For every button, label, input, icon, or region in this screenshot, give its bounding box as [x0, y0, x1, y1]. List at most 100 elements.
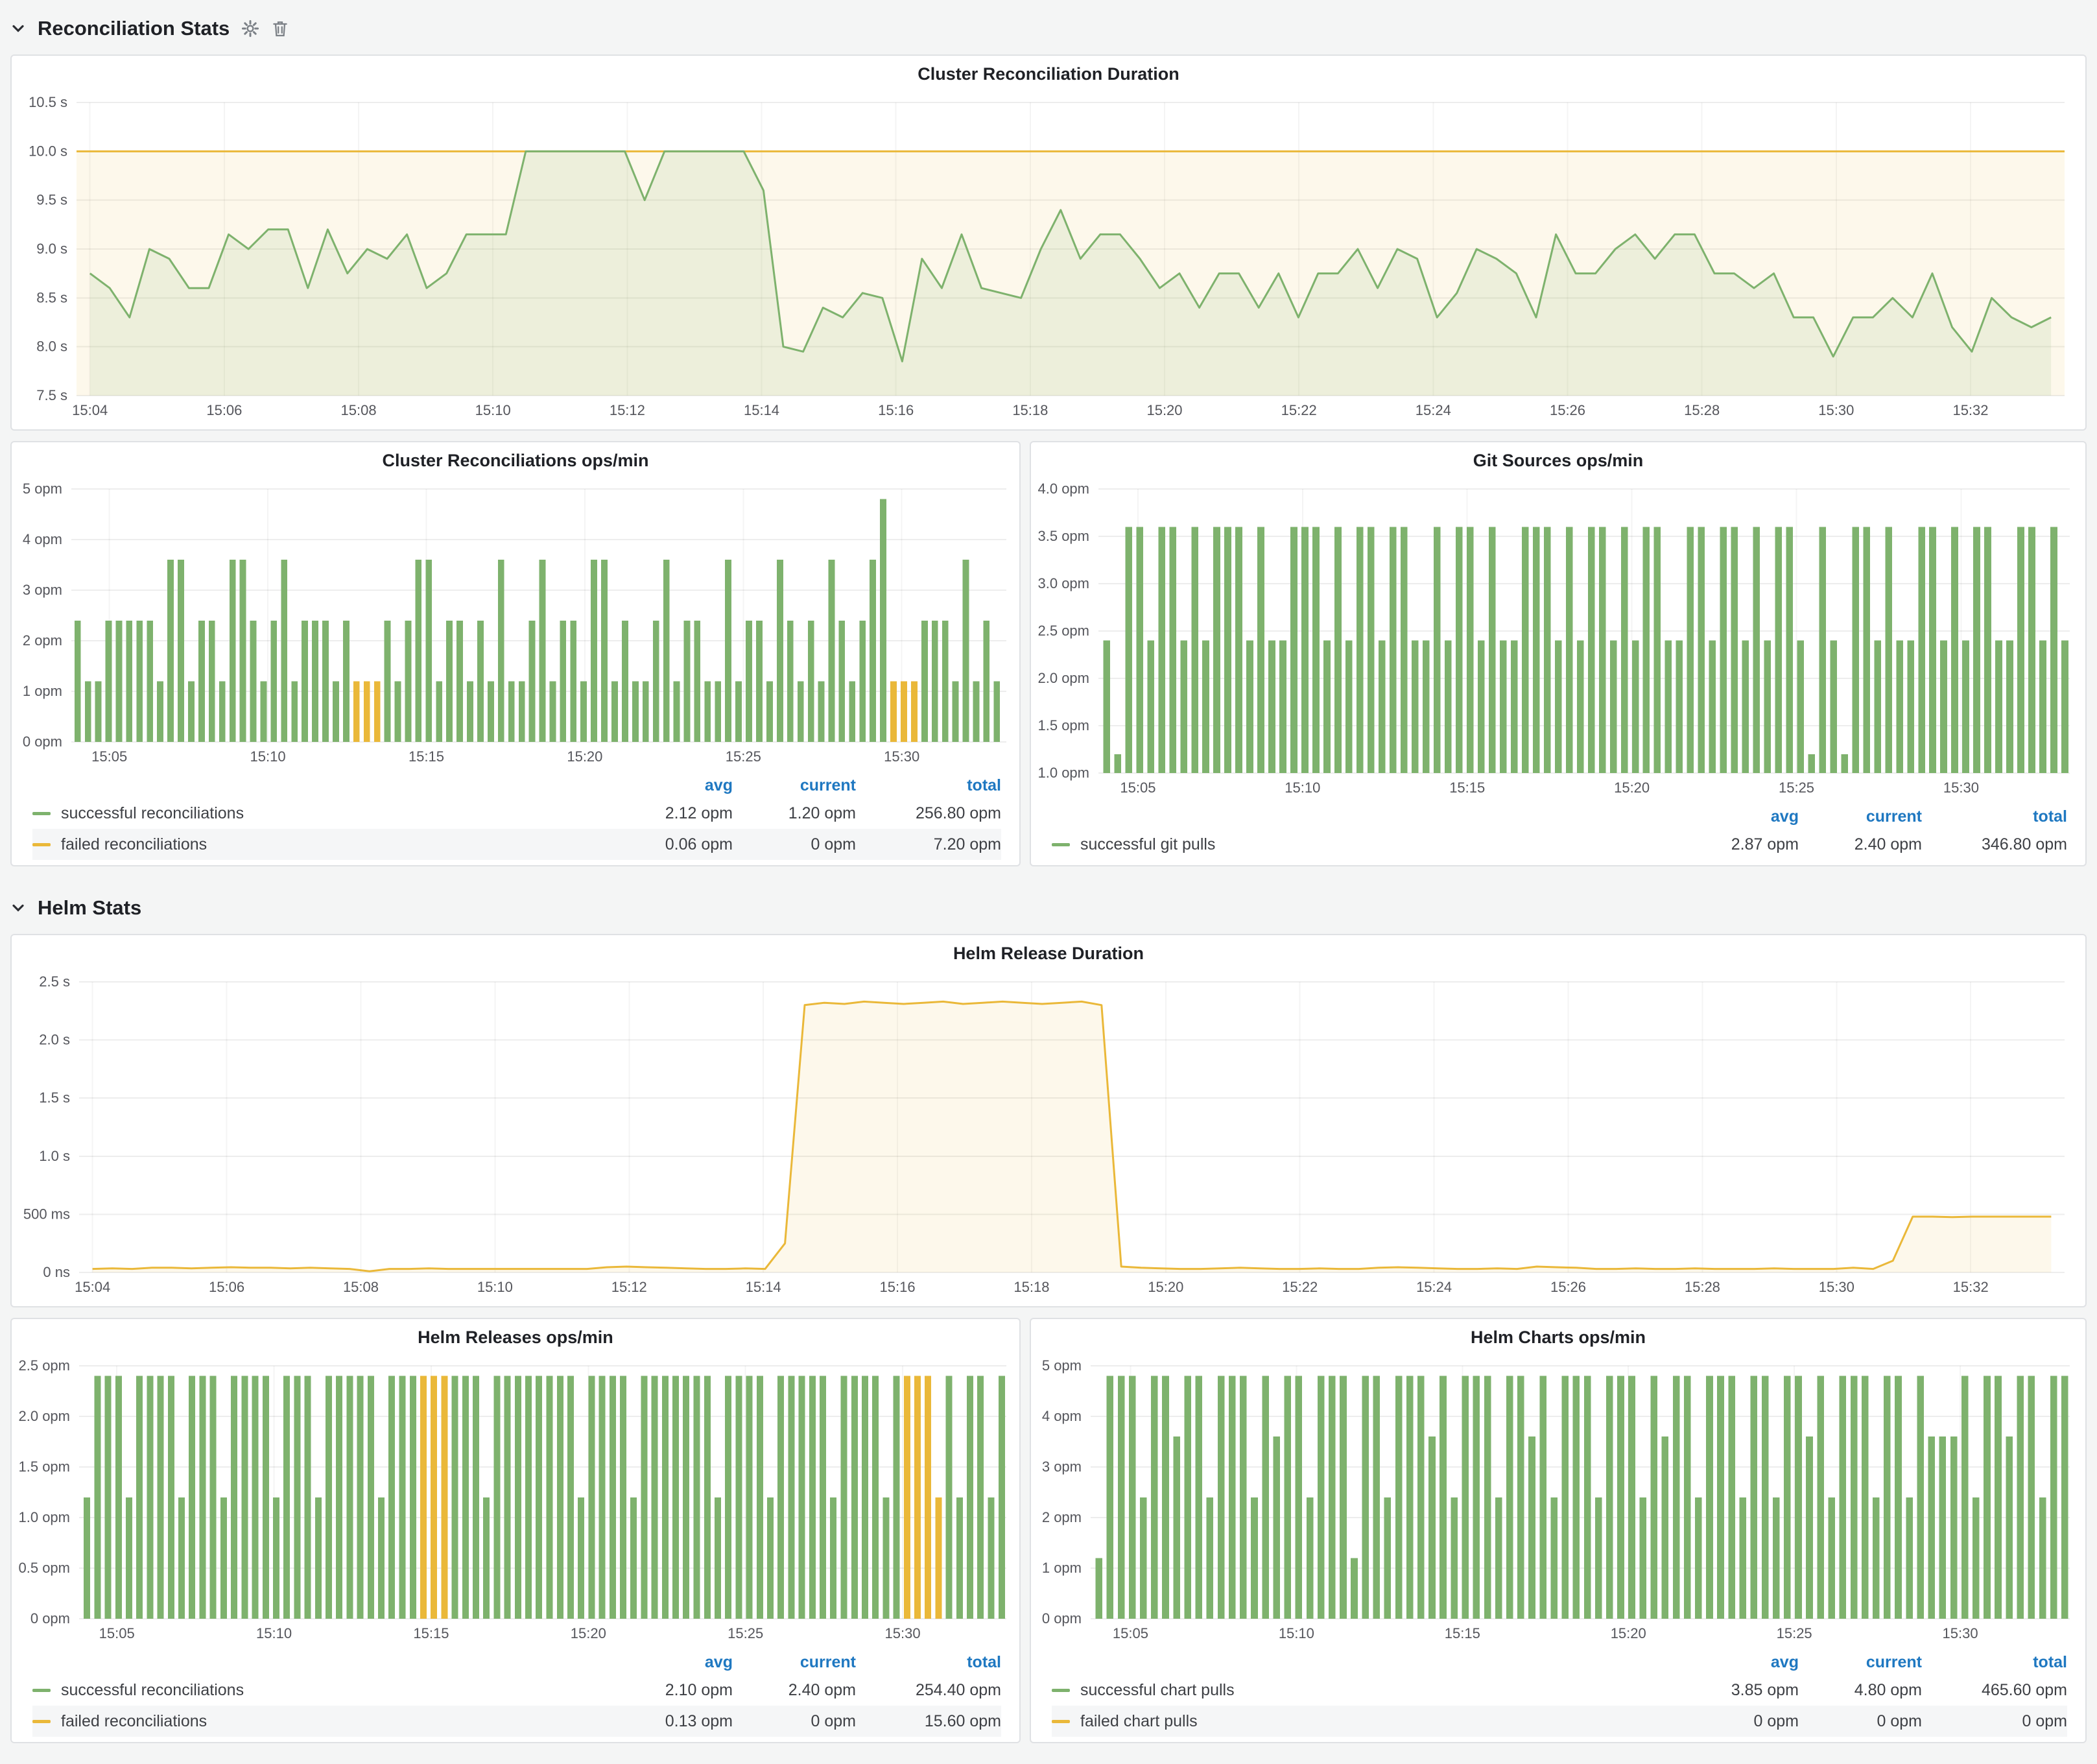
- series-label[interactable]: successful git pulls: [1080, 835, 1215, 854]
- helm-releases-opm-chart[interactable]: 0 opm0.5 opm1.0 opm1.5 opm2.0 opm2.5 opm…: [12, 1355, 1019, 1649]
- y-axis-label: 1 opm: [23, 683, 62, 699]
- helm-release-duration-chart[interactable]: 0 ns500 ms1.0 s1.5 s2.0 s2.5 s15:0415:06…: [12, 971, 2085, 1304]
- y-axis-label: 3 opm: [23, 582, 62, 598]
- y-axis-label: 3.0 opm: [1038, 575, 1090, 591]
- x-axis-label: 15:05: [99, 1625, 135, 1641]
- cluster-reconciliations-opm-chart[interactable]: 0 opm1 opm2 opm3 opm4 opm5 opm15:0515:10…: [12, 479, 1019, 772]
- legend-column-total[interactable]: total: [856, 776, 1001, 795]
- y-axis-label: 5 opm: [23, 481, 62, 497]
- legend-value: 0.13 opm: [610, 1712, 733, 1731]
- x-axis-label: 15:04: [75, 1279, 110, 1295]
- git-sources-opm-chart[interactable]: 1.0 opm1.5 opm2.0 opm2.5 opm3.0 opm3.5 o…: [1031, 479, 2085, 803]
- x-axis-label: 15:06: [206, 402, 242, 418]
- section-reconciliation-stats[interactable]: Reconciliation Stats: [10, 10, 2087, 47]
- panel-title[interactable]: Helm Releases ops/min: [12, 1319, 1019, 1355]
- series-color-swatch: [32, 843, 51, 846]
- legend-value: 2.87 opm: [1676, 835, 1799, 854]
- legend: avgcurrenttotalsuccessful chart pulls3.8…: [1031, 1649, 2085, 1742]
- legend-column-total[interactable]: total: [1922, 807, 2067, 826]
- x-axis-label: 15:15: [413, 1625, 449, 1641]
- y-axis-label: 500 ms: [23, 1206, 70, 1222]
- helm-charts-opm-chart[interactable]: 0 opm1 opm2 opm3 opm4 opm5 opm15:0515:10…: [1031, 1355, 2085, 1649]
- series-label[interactable]: successful reconciliations: [61, 804, 244, 823]
- legend-value: 1.20 opm: [733, 804, 856, 823]
- legend-value: 0 opm: [733, 1712, 856, 1731]
- x-axis-label: 15:20: [1146, 402, 1182, 418]
- legend-value: 2.40 opm: [733, 1681, 856, 1700]
- x-axis-label: 15:15: [409, 748, 444, 765]
- legend-value: 0 opm: [1676, 1712, 1799, 1731]
- x-axis-label: 15:25: [726, 748, 761, 765]
- panel-title[interactable]: Cluster Reconciliations ops/min: [12, 442, 1019, 479]
- legend-value: 0.06 opm: [610, 835, 733, 854]
- x-axis-label: 15:22: [1281, 402, 1317, 418]
- series-label[interactable]: successful chart pulls: [1080, 1681, 1235, 1700]
- legend-value: 0 opm: [1922, 1712, 2067, 1731]
- legend-column-current[interactable]: current: [1799, 807, 1922, 826]
- gear-icon[interactable]: [241, 19, 259, 38]
- y-axis-label: 3.5 opm: [1038, 528, 1090, 544]
- x-axis-label: 15:05: [1113, 1625, 1148, 1641]
- panel-cluster-reconciliation-duration: Cluster Reconciliation Duration 7.5 s8.0…: [10, 54, 2087, 431]
- y-axis-label: 4 opm: [23, 531, 62, 547]
- panel-title[interactable]: Helm Release Duration: [12, 935, 2085, 971]
- trash-icon[interactable]: [271, 19, 289, 38]
- legend-column-total[interactable]: total: [1922, 1653, 2067, 1672]
- legend-value: 346.80 opm: [1922, 835, 2067, 854]
- legend-column-total[interactable]: total: [856, 1653, 1001, 1672]
- y-axis-label: 2 opm: [1042, 1509, 1082, 1525]
- legend-series: failed chart pulls: [1052, 1712, 1676, 1731]
- legend-header: avgcurrenttotal: [1052, 804, 2067, 829]
- chevron-down-icon: [10, 21, 26, 36]
- x-axis-label: 15:10: [1285, 780, 1320, 796]
- section-helm-stats[interactable]: Helm Stats: [10, 890, 2087, 926]
- y-axis-label: 8.0 s: [36, 339, 67, 355]
- cluster-reconciliation-duration-chart[interactable]: 7.5 s8.0 s8.5 s9.0 s9.5 s10.0 s10.5 s15:…: [12, 92, 2085, 427]
- x-axis-label: 15:25: [728, 1625, 763, 1641]
- cluster-reconciliations-opm-svg: 0 opm1 opm2 opm3 opm4 opm5 opm15:0515:10…: [12, 479, 1019, 772]
- series-label[interactable]: failed reconciliations: [61, 1712, 207, 1731]
- x-axis-label: 15:30: [1819, 1279, 1854, 1295]
- legend-header: avgcurrenttotal: [1052, 1650, 2067, 1675]
- x-axis-label: 15:10: [250, 748, 286, 765]
- series-color-swatch: [1052, 843, 1070, 846]
- legend-value: 7.20 opm: [856, 835, 1001, 854]
- x-axis-label: 15:25: [1777, 1625, 1812, 1641]
- panel-title[interactable]: Cluster Reconciliation Duration: [12, 56, 2085, 92]
- legend-column-avg[interactable]: avg: [610, 776, 733, 795]
- x-axis-label: 15:30: [885, 1625, 921, 1641]
- legend-column-current[interactable]: current: [733, 1653, 856, 1672]
- panel-title[interactable]: Git Sources ops/min: [1031, 442, 2085, 479]
- x-axis-label: 15:10: [477, 1279, 513, 1295]
- chevron-down-icon: [10, 900, 26, 916]
- git-sources-opm-svg: 1.0 opm1.5 opm2.0 opm2.5 opm3.0 opm3.5 o…: [1031, 479, 2085, 803]
- x-axis-label: 15:08: [343, 1279, 379, 1295]
- x-axis-label: 15:25: [1779, 780, 1814, 796]
- x-axis-label: 15:10: [256, 1625, 292, 1641]
- legend-column-avg[interactable]: avg: [1676, 807, 1799, 826]
- x-axis-label: 15:16: [878, 402, 914, 418]
- y-axis-label: 4 opm: [1042, 1408, 1082, 1424]
- y-axis-label: 5 opm: [1042, 1357, 1082, 1374]
- legend-column-avg[interactable]: avg: [610, 1653, 733, 1672]
- legend-column-current[interactable]: current: [733, 776, 856, 795]
- legend-column-current[interactable]: current: [1799, 1653, 1922, 1672]
- series-color-swatch: [32, 1720, 51, 1723]
- x-axis-label: 15:15: [1449, 780, 1485, 796]
- y-axis-label: 4.0 opm: [1038, 481, 1090, 497]
- series-label[interactable]: failed chart pulls: [1080, 1712, 1198, 1731]
- legend-column-avg[interactable]: avg: [1676, 1653, 1799, 1672]
- panel-title[interactable]: Helm Charts ops/min: [1031, 1319, 2085, 1355]
- series-label[interactable]: failed reconciliations: [61, 835, 207, 854]
- x-axis-label: 15:08: [341, 402, 377, 418]
- panel-helm-charts-opm: Helm Charts ops/min 0 opm1 opm2 opm3 opm…: [1030, 1318, 2087, 1743]
- series-label[interactable]: successful reconciliations: [61, 1681, 244, 1700]
- x-axis-label: 15:18: [1013, 1279, 1049, 1295]
- section-title: Helm Stats: [38, 896, 141, 920]
- legend-value: 256.80 opm: [856, 804, 1001, 823]
- legend-value: 465.60 opm: [1922, 1681, 2067, 1700]
- x-axis-label: 15:30: [1818, 402, 1854, 418]
- series-color-swatch: [1052, 1720, 1070, 1723]
- y-axis-label: 10.5 s: [29, 94, 67, 110]
- y-axis-label: 2.5 opm: [19, 1357, 71, 1374]
